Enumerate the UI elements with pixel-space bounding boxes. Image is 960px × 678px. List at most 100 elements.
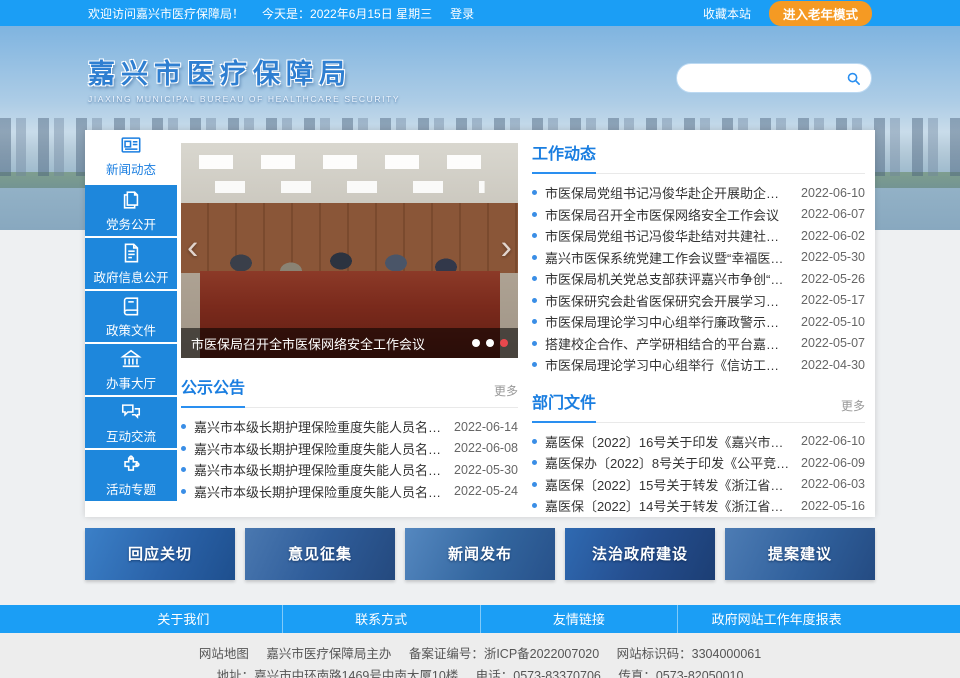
department-docs-list: 嘉医保〔2022〕16号关于印发《嘉兴市医疗保…2022-06-10 嘉医保办〔… <box>532 423 865 517</box>
sidebar-item-party-affairs[interactable]: 党务公开 <box>85 185 177 236</box>
carousel-dot[interactable] <box>472 339 480 347</box>
favorite-link[interactable]: 收藏本站 <box>703 5 751 22</box>
sidebar-item-interaction[interactable]: 互动交流 <box>85 397 177 448</box>
carousel-next-icon[interactable]: › <box>501 230 512 264</box>
sidebar-item-service-hall[interactable]: 办事大厅 <box>85 344 177 395</box>
bullet-icon <box>532 276 537 281</box>
footer-nav: 关于我们 联系方式 友情链接 政府网站工作年度报表 <box>0 605 960 633</box>
sidebar-item-label: 活动专题 <box>106 479 156 498</box>
footer-line-1: 网站地图 嘉兴市医疗保障局主办 备案证编号：浙ICP备2022007020 网站… <box>0 643 960 665</box>
quick-link-proposals[interactable]: 提案建议 <box>725 528 875 580</box>
icp-text: 备案证编号：浙ICP备2022007020 <box>409 647 599 661</box>
announcements-more-link[interactable]: 更多 <box>494 382 518 407</box>
elder-mode-button[interactable]: 进入老年模式 <box>769 1 872 26</box>
address-text: 地址：嘉兴市中环南路1469号中南大厦10楼 <box>217 669 459 678</box>
department-docs-more-link[interactable]: 更多 <box>841 397 865 422</box>
search-icon[interactable] <box>846 70 861 87</box>
list-item[interactable]: 嘉兴市本级长期护理保险重度失能人员名单公示（2…2022-05-30 <box>181 459 518 481</box>
list-item[interactable]: 嘉医保办〔2022〕8号关于印发《公平竞争审查…2022-06-09 <box>532 452 865 474</box>
footer-info: 网站地图 嘉兴市医疗保障局主办 备案证编号：浙ICP备2022007020 网站… <box>0 633 960 678</box>
site-logo: 嘉兴市医疗保障局 JIAXING MUNICIPAL BUREAU OF HEA… <box>88 52 400 104</box>
fax-text: 传真：0573-82050010 <box>618 669 743 678</box>
footer-nav-links[interactable]: 友情链接 <box>480 605 678 633</box>
list-item[interactable]: 嘉医保〔2022〕16号关于印发《嘉兴市医疗保…2022-06-10 <box>532 431 865 453</box>
bullet-icon <box>532 255 537 260</box>
middle-column: ‹ › 市医保局召开全市医保网络安全工作会议 公示公告 更多 嘉兴市本级长期护理… <box>177 130 518 517</box>
policy-book-icon <box>119 295 143 317</box>
footer-line-2: 地址：嘉兴市中环南路1469号中南大厦10楼 电话：0573-83370706 … <box>0 665 960 678</box>
bullet-icon <box>532 233 537 238</box>
list-item[interactable]: 嘉兴市本级长期护理保险重度失能人员名单公示（2…2022-06-14 <box>181 416 518 438</box>
list-item[interactable]: 市医保局召开全市医保网络安全工作会议2022-06-07 <box>532 204 865 226</box>
list-item[interactable]: 嘉医保〔2022〕15号关于转发《浙江省医疗保…2022-06-03 <box>532 474 865 496</box>
list-item[interactable]: 嘉兴市本级长期护理保险重度失能人员名单公示（2…2022-05-24 <box>181 481 518 503</box>
search-input[interactable] <box>691 71 846 85</box>
sidebar-item-label: 政府信息公开 <box>93 267 168 286</box>
sidebar-item-gov-info[interactable]: 政府信息公开 <box>85 238 177 289</box>
newspaper-icon <box>119 134 143 156</box>
department-docs-section: 部门文件 更多 嘉医保〔2022〕16号关于印发《嘉兴市医疗保…2022-06-… <box>532 389 865 517</box>
bullet-icon <box>532 319 537 324</box>
quick-link-rule-of-law[interactable]: 法治政府建设 <box>565 528 715 580</box>
sidebar-item-label: 互动交流 <box>106 426 156 445</box>
footer-nav-contact[interactable]: 联系方式 <box>282 605 480 633</box>
quick-link-respond-concerns[interactable]: 回应关切 <box>85 528 235 580</box>
right-column: 工作动态 市医保局党组书记冯俊华赴企开展助企纾困活动2022-06-10 市医保… <box>518 130 875 517</box>
section-title: 工作动态 <box>532 140 596 174</box>
quick-links: 回应关切 意见征集 新闻发布 法治政府建设 提案建议 <box>85 528 875 580</box>
welcome-text: 欢迎访问嘉兴市医疗保障局！ <box>88 5 244 22</box>
site-title: 嘉兴市医疗保障局 <box>88 52 400 91</box>
puzzle-icon <box>119 454 143 476</box>
gov-info-icon <box>119 242 143 264</box>
announcements-list: 嘉兴市本级长期护理保险重度失能人员名单公示（2…2022-06-14 嘉兴市本级… <box>181 408 518 502</box>
sidebar-item-label: 党务公开 <box>106 214 156 233</box>
sidebar-item-activities[interactable]: 活动专题 <box>85 450 177 501</box>
list-item[interactable]: 市医保研究会赴省医保研究会开展学习交流活动2022-05-17 <box>532 290 865 312</box>
party-files-icon <box>119 189 143 211</box>
carousel-caption-bar: 市医保局召开全市医保网络安全工作会议 <box>181 328 518 358</box>
work-news-section: 工作动态 市医保局党组书记冯俊华赴企开展助企纾困活动2022-06-10 市医保… <box>532 140 865 376</box>
sidebar-item-policy-docs[interactable]: 政策文件 <box>85 291 177 342</box>
bullet-icon <box>532 439 537 444</box>
footer-nav-annual-report[interactable]: 政府网站工作年度报表 <box>677 605 875 633</box>
bullet-icon <box>532 503 537 508</box>
bullet-icon <box>532 482 537 487</box>
sitemap-link[interactable]: 网站地图 <box>199 647 249 661</box>
sidebar-item-news[interactable]: 新闻动态 <box>85 130 177 181</box>
bullet-icon <box>532 190 537 195</box>
carousel-dot-active[interactable] <box>500 339 508 347</box>
organizer-text: 嘉兴市医疗保障局主办 <box>266 647 391 661</box>
carousel-caption[interactable]: 市医保局召开全市医保网络安全工作会议 <box>191 334 472 353</box>
search-box <box>676 63 872 93</box>
bullet-icon <box>532 212 537 217</box>
carousel[interactable]: ‹ › 市医保局召开全市医保网络安全工作会议 <box>181 143 518 358</box>
site-subtitle: JIAXING MUNICIPAL BUREAU OF HEALTHCARE S… <box>88 94 400 104</box>
list-item[interactable]: 市医保局党组书记冯俊华赴企开展助企纾困活动2022-06-10 <box>532 182 865 204</box>
list-item[interactable]: 市医保局理论学习中心组举行《信访工作条例》专题…2022-04-30 <box>532 354 865 376</box>
phone-text: 电话：0573-83370706 <box>476 669 601 678</box>
login-link[interactable]: 登录 <box>450 5 474 22</box>
bullet-icon <box>181 446 186 451</box>
footer-nav-about[interactable]: 关于我们 <box>85 605 282 633</box>
list-item[interactable]: 市医保局党组书记冯俊华赴结对共建社区指导全国文…2022-06-02 <box>532 225 865 247</box>
service-hall-icon <box>119 348 143 370</box>
list-item[interactable]: 嘉兴市医保系统党建工作会议暨“幸福医保”党建联…2022-05-30 <box>532 247 865 269</box>
list-item[interactable]: 市医保局机关党总支部获评嘉兴市争创“建设清廉机…2022-05-26 <box>532 268 865 290</box>
carousel-prev-icon[interactable]: ‹ <box>187 230 198 264</box>
quick-link-news-release[interactable]: 新闻发布 <box>405 528 555 580</box>
topbar: 欢迎访问嘉兴市医疗保障局！ 今天是：2022年6月15日 星期三 登录 收藏本站… <box>0 0 960 26</box>
carousel-dot[interactable] <box>486 339 494 347</box>
bullet-icon <box>181 424 186 429</box>
carousel-dots <box>472 339 508 347</box>
section-title: 部门文件 <box>532 389 596 423</box>
quick-link-opinion-collection[interactable]: 意见征集 <box>245 528 395 580</box>
list-item[interactable]: 市医保局理论学习中心组举行廉政警示教育专题学习…2022-05-10 <box>532 311 865 333</box>
list-item[interactable]: 嘉兴市本级长期护理保险重度失能人员名单公示（2…2022-06-08 <box>181 438 518 460</box>
today-date: 今天是：2022年6月15日 星期三 <box>262 5 432 22</box>
announcements-section: 公示公告 更多 嘉兴市本级长期护理保险重度失能人员名单公示（2…2022-06-… <box>181 374 518 502</box>
list-item[interactable]: 搭建校企合作、产学研相结合的平台嘉兴市长期护理…2022-05-07 <box>532 333 865 355</box>
bullet-icon <box>532 362 537 367</box>
bullet-icon <box>532 298 537 303</box>
work-news-list: 市医保局党组书记冯俊华赴企开展助企纾困活动2022-06-10 市医保局召开全市… <box>532 174 865 376</box>
list-item[interactable]: 嘉医保〔2022〕14号关于转发《浙江省医疗保…2022-05-16 <box>532 495 865 517</box>
